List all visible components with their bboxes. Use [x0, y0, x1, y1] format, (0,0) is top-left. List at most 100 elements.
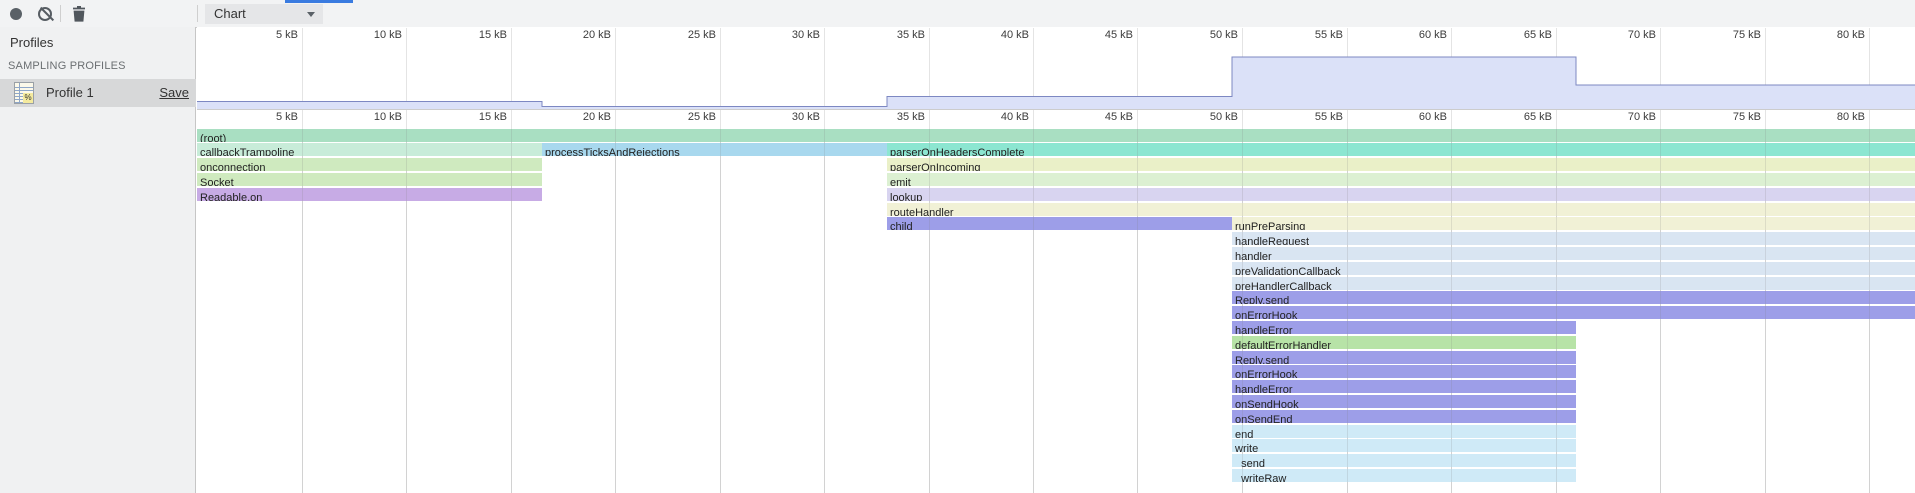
memory-profiler-panel: Chart Profiles SAMPLING PROFILES % Profi…: [0, 0, 1915, 493]
frame-label: write_: [1232, 443, 1264, 452]
ruler-tick-label: 5 kB: [217, 111, 298, 123]
profile-name: Profile 1: [46, 79, 94, 107]
flame-frame[interactable]: emit: [887, 173, 1915, 186]
flame-frame[interactable]: processTicksAndRejections: [542, 143, 887, 156]
frame-label: routeHandler: [887, 207, 954, 216]
ruler-tick-label: 35 kB: [844, 111, 925, 123]
profiles-sidebar: Profiles SAMPLING PROFILES % Profile 1 S…: [0, 27, 196, 493]
ruler-tick-label: 20 kB: [530, 111, 611, 123]
ruler-tick-label: 10 kB: [321, 111, 402, 123]
frame-label: handleRequest: [1232, 236, 1309, 245]
chart-view-select[interactable]: Chart: [205, 4, 323, 24]
gridline: [406, 129, 407, 493]
frame-label: handler: [1232, 251, 1272, 260]
gridline: [511, 129, 512, 493]
gridline: [1869, 129, 1870, 493]
frame-label: onconnection: [197, 162, 265, 171]
ruler-tick-label: 55 kB: [1262, 111, 1343, 123]
sidebar-item-profile-1[interactable]: % Profile 1 Save: [0, 79, 196, 107]
record-icon[interactable]: [10, 8, 22, 20]
frame-label: parserOnIncoming: [887, 162, 981, 171]
profile-icon: %: [14, 82, 34, 104]
flame-frame[interactable]: onSendHook: [1232, 395, 1576, 408]
flame-frame[interactable]: callbackTrampoline: [197, 143, 542, 156]
flame-frame[interactable]: _send: [1232, 454, 1576, 467]
ruler-tick-label: 60 kB: [1366, 111, 1447, 123]
flame-frame[interactable]: handleRequest: [1232, 232, 1915, 245]
sampling-profiles-section-title: SAMPLING PROFILES: [8, 60, 126, 72]
frame-label: lookup: [887, 192, 922, 201]
gridline: [1242, 129, 1243, 493]
flame-frame[interactable]: parserOnHeadersComplete: [887, 143, 1915, 156]
ruler-tick-label: 65 kB: [1471, 111, 1552, 123]
ruler-tick-label: 45 kB: [1052, 111, 1133, 123]
frame-label: callbackTrampoline: [197, 147, 294, 156]
frame-label: defaultErrorHandler: [1232, 340, 1331, 349]
ruler-tick-label: 70 kB: [1575, 111, 1656, 123]
flame-frame[interactable]: onconnection: [197, 158, 542, 171]
frame-label: preHandlerCallback: [1232, 281, 1332, 290]
gridline: [824, 129, 825, 493]
flame-frame[interactable]: routeHandler: [887, 203, 1915, 216]
chart-view-select-value: Chart: [214, 6, 246, 21]
frame-label: preValidationCallback: [1232, 266, 1341, 275]
frame-label: Socket: [197, 177, 234, 186]
flame-frame[interactable]: _writeRaw: [1232, 469, 1576, 482]
flame-frame[interactable]: defaultErrorHandler: [1232, 336, 1576, 349]
flame-frame[interactable]: onErrorHook: [1232, 306, 1915, 319]
ruler-tick-label: 30 kB: [739, 111, 820, 123]
clear-icon[interactable]: [38, 7, 52, 21]
overview-divider: [197, 109, 1915, 110]
flame-frame[interactable]: child: [887, 217, 1232, 230]
ruler-tick-label: 40 kB: [948, 111, 1029, 123]
memory-overview-area[interactable]: [197, 28, 1915, 109]
flame-frame[interactable]: handleError: [1232, 380, 1576, 393]
gridline: [929, 129, 930, 493]
sidebar-title: Profiles: [10, 35, 53, 50]
flame-frame[interactable]: onSendEnd: [1232, 410, 1576, 423]
ruler-tick-label: 50 kB: [1157, 111, 1238, 123]
allocation-chart-pane: 5 kB5 kB10 kB10 kB15 kB15 kB20 kB20 kB25…: [197, 27, 1915, 493]
flame-frame[interactable]: handleError: [1232, 321, 1576, 334]
flame-frame[interactable]: end: [1232, 425, 1576, 438]
flame-frame[interactable]: parserOnIncoming: [887, 158, 1915, 171]
flame-frame[interactable]: runPreParsing: [1232, 217, 1915, 230]
toolbar-separator: [60, 5, 61, 22]
panel-accent-indicator: [285, 0, 353, 3]
gridline: [1765, 129, 1766, 493]
gridline: [1660, 129, 1661, 493]
gridline: [1033, 129, 1034, 493]
frame-label: Readable.on: [197, 192, 262, 201]
flame-frame[interactable]: preHandlerCallback: [1232, 277, 1915, 290]
toolbar: Chart: [0, 0, 1915, 28]
gridline: [720, 129, 721, 493]
frame-label: processTicksAndRejections: [542, 147, 680, 156]
flame-frame[interactable]: handler: [1232, 247, 1915, 260]
ruler-tick-label: 15 kB: [426, 111, 507, 123]
gridline: [1556, 129, 1557, 493]
flame-frame[interactable]: (root): [197, 129, 1915, 142]
flame-frame[interactable]: Reply.send: [1232, 351, 1576, 364]
ruler-tick-label: 75 kB: [1680, 111, 1761, 123]
gridline: [1347, 129, 1348, 493]
flame-frame[interactable]: Reply.send: [1232, 291, 1915, 304]
flame-frame[interactable]: Readable.on: [197, 188, 542, 201]
flame-frame[interactable]: Socket: [197, 173, 542, 186]
flame-frame[interactable]: onErrorHook: [1232, 365, 1576, 378]
frame-label: child: [887, 221, 913, 230]
flame-frame[interactable]: preValidationCallback: [1232, 262, 1915, 275]
save-link[interactable]: Save: [159, 79, 189, 107]
flame-frame[interactable]: write_: [1232, 439, 1576, 452]
frame-label: emit: [887, 177, 911, 186]
frame-label: Reply.send: [1232, 355, 1289, 364]
frame-label: _writeRaw: [1232, 473, 1286, 482]
toolbar-separator: [197, 5, 198, 22]
flame-frame[interactable]: lookup: [887, 188, 1915, 201]
gridline: [615, 129, 616, 493]
gridline: [302, 129, 303, 493]
frame-label: Reply.send: [1232, 295, 1289, 304]
chevron-down-icon: [307, 12, 315, 17]
gridline: [1137, 129, 1138, 493]
ruler-tick-label: 25 kB: [635, 111, 716, 123]
delete-icon[interactable]: [72, 6, 86, 27]
